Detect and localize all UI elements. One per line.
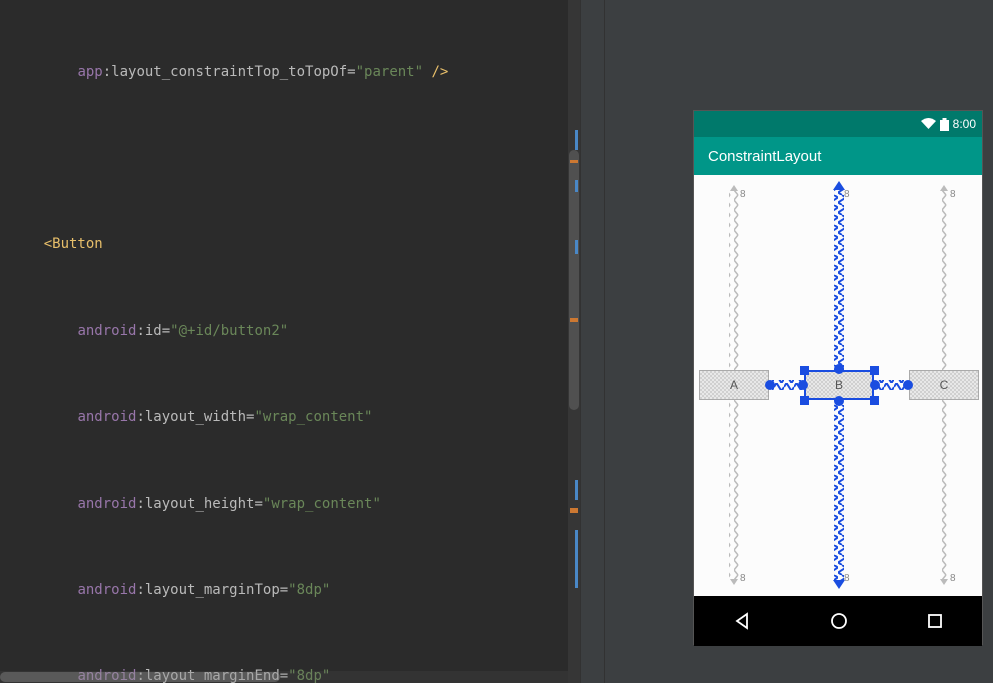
margin-label: 8 bbox=[950, 189, 956, 200]
resize-handle-bl[interactable] bbox=[800, 396, 809, 405]
editor-scrollbar-horizontal[interactable] bbox=[0, 671, 568, 683]
status-time: 8:00 bbox=[953, 117, 976, 131]
preview-button-a[interactable]: A bbox=[699, 370, 769, 400]
change-marker bbox=[575, 480, 578, 500]
preview-button-c[interactable]: C bbox=[909, 370, 979, 400]
margin-label: 8 bbox=[740, 189, 746, 200]
xml-source[interactable]: app:layout_constraintTop_toTopOf="parent… bbox=[10, 0, 580, 683]
resize-handle-br[interactable] bbox=[870, 396, 879, 405]
app-bar: ConstraintLayout bbox=[694, 137, 982, 175]
margin-label: 8 bbox=[950, 573, 956, 584]
change-marker bbox=[575, 240, 578, 254]
pane-divider[interactable] bbox=[580, 0, 605, 683]
android-nav-bar bbox=[694, 596, 982, 646]
change-marker bbox=[575, 530, 578, 588]
battery-icon bbox=[940, 118, 949, 131]
editor-scrollbar-vertical[interactable] bbox=[568, 0, 580, 683]
status-bar: 8:00 bbox=[694, 111, 982, 137]
device-frame: 8:00 ConstraintLayout bbox=[693, 110, 983, 645]
constraint-handle-bottom[interactable] bbox=[834, 396, 844, 406]
margin-label: 8 bbox=[740, 573, 746, 584]
warning-marker bbox=[570, 508, 578, 513]
constraint-handle-right[interactable] bbox=[870, 380, 880, 390]
nav-home-icon[interactable] bbox=[829, 611, 849, 631]
margin-label: 8 bbox=[844, 189, 850, 200]
change-marker bbox=[575, 180, 578, 192]
layout-preview-pane: 8:00 ConstraintLayout bbox=[605, 0, 993, 683]
anchor-c-left[interactable] bbox=[903, 380, 913, 390]
app-title: ConstraintLayout bbox=[708, 148, 821, 165]
anchor-a-right[interactable] bbox=[765, 380, 775, 390]
wifi-icon bbox=[921, 118, 936, 130]
resize-handle-tl[interactable] bbox=[800, 366, 809, 375]
nav-back-icon[interactable] bbox=[732, 611, 752, 631]
change-marker bbox=[575, 130, 578, 150]
constraint-handle-top[interactable] bbox=[834, 364, 844, 374]
scrollbar-thumb[interactable] bbox=[0, 672, 280, 682]
margin-label: 8 bbox=[844, 573, 850, 584]
warning-marker bbox=[570, 160, 578, 163]
warning-marker bbox=[570, 318, 578, 322]
resize-handle-tr[interactable] bbox=[870, 366, 879, 375]
design-surface[interactable]: 8 8 8 8 8 8 A B C bbox=[694, 175, 982, 596]
code-editor[interactable]: app:layout_constraintTop_toTopOf="parent… bbox=[0, 0, 580, 683]
nav-recent-icon[interactable] bbox=[926, 612, 944, 630]
constraint-handle-left[interactable] bbox=[798, 380, 808, 390]
